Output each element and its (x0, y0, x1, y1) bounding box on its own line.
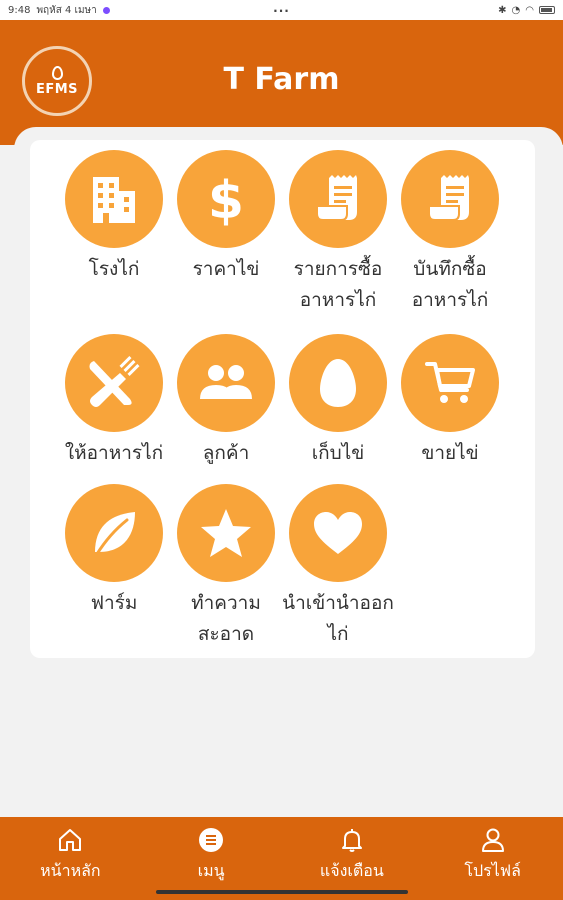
heart-icon (314, 512, 362, 554)
menu-item-customers[interactable]: ลูกค้า (170, 334, 282, 469)
menu-item-sell-eggs[interactable]: ขายไข่ (394, 334, 506, 469)
receipt-icon (316, 175, 357, 221)
menu-circle[interactable] (65, 150, 163, 248)
menu-circle[interactable] (289, 334, 387, 432)
menu-item-label: ลูกค้า (202, 442, 250, 464)
menu-item-label: ฟาร์ม (90, 592, 138, 614)
battery-icon (539, 6, 555, 14)
menu-item-label: เก็บไข่ (311, 442, 365, 464)
menu-item-chicken-import-export[interactable]: นำเข้านำออกไก่ (282, 484, 394, 650)
menu-circle[interactable] (65, 334, 163, 432)
menu-item-egg-price[interactable]: $ ราคาไข่ (170, 150, 282, 285)
menu-circle[interactable] (289, 484, 387, 582)
menu-item-label: ให้อาหารไก่ (64, 442, 164, 464)
nav-profile[interactable]: โปรไฟล์ (422, 817, 563, 900)
home-indicator (156, 890, 408, 894)
svg-text:$: $ (208, 171, 244, 227)
menu-card: โรงไก่ $ ราคาไข่ รายการซื้ออาหารไก่ บันท… (30, 140, 535, 658)
nav-menu[interactable]: เมนู (141, 817, 282, 900)
menu-circle[interactable] (177, 334, 275, 432)
wifi-icon: ◠ (525, 4, 534, 16)
menu-circle[interactable] (401, 334, 499, 432)
menu-circle[interactable] (289, 150, 387, 248)
nav-label: หน้าหลัก (40, 861, 101, 880)
menu-item-label: โรงไก่ (88, 258, 140, 280)
leaf-icon (95, 512, 135, 556)
status-date: พฤหัส 4 เมษา (36, 4, 97, 16)
menu-item-feed-purchase-record[interactable]: บันทึกซื้ออาหารไก่ (394, 150, 506, 316)
cart-icon (425, 362, 475, 403)
bluetooth-icon: ✱ (498, 4, 507, 16)
menu-circle[interactable] (65, 484, 163, 582)
status-right: ✱ ◔ ◠ (498, 5, 555, 16)
status-left: 9:48 พฤหัส 4 เมษา (8, 3, 498, 18)
list-icon (199, 828, 224, 852)
nav-home[interactable]: หน้าหลัก (0, 817, 141, 900)
menu-item-farm[interactable]: ฟาร์ม (58, 484, 170, 619)
status-more-dots: ... (273, 1, 290, 15)
menu-item-label: ขายไข่ (421, 442, 479, 464)
menu-item-feed-purchase-list[interactable]: รายการซื้ออาหารไก่ (282, 150, 394, 316)
menu-item-label: บันทึกซื้ออาหารไก่ (411, 258, 489, 311)
bell-icon (341, 829, 362, 852)
menu-item-label: ทำความสะอาด (191, 592, 261, 645)
menu-item-cleaning[interactable]: ทำความสะอาด (170, 484, 282, 650)
status-time: 9:48 (8, 4, 31, 16)
building-icon (93, 177, 135, 223)
menu-circle[interactable]: $ (177, 150, 275, 248)
fork-knife-icon (89, 355, 140, 407)
people-icon (200, 365, 252, 399)
nav-notifications[interactable]: แจ้งเตือน (282, 817, 423, 900)
menu-circle[interactable] (177, 484, 275, 582)
nav-label: เมนู (197, 861, 225, 880)
nav-label: โปรไฟล์ (464, 861, 521, 880)
menu-item-collect-eggs[interactable]: เก็บไข่ (282, 334, 394, 469)
menu-item-feed-chicken[interactable]: ให้อาหารไก่ (58, 334, 170, 469)
receipt-icon (428, 175, 469, 221)
star-icon (201, 509, 251, 557)
nav-label: แจ้งเตือน (319, 861, 384, 880)
page-title: T Farm (223, 62, 340, 97)
bottom-nav: หน้าหลัก เมนู แจ้งเตือน โปรไฟล์ (0, 817, 563, 900)
notification-dot-icon (102, 6, 110, 14)
status-bar: 9:48 พฤหัส 4 เมษา ... ✱ ◔ ◠ (0, 0, 563, 20)
alarm-icon: ◔ (511, 4, 521, 16)
menu-item-label: นำเข้านำออกไก่ (282, 592, 394, 645)
egg-icon (320, 359, 356, 407)
menu-item-label: ราคาไข่ (192, 258, 260, 280)
menu-circle[interactable] (401, 150, 499, 248)
home-icon (59, 829, 82, 851)
menu-item-label: รายการซื้ออาหารไก่ (293, 258, 383, 311)
menu-item-chicken-house[interactable]: โรงไก่ (58, 150, 170, 285)
dollar-icon: $ (208, 171, 244, 227)
user-icon (481, 828, 504, 852)
